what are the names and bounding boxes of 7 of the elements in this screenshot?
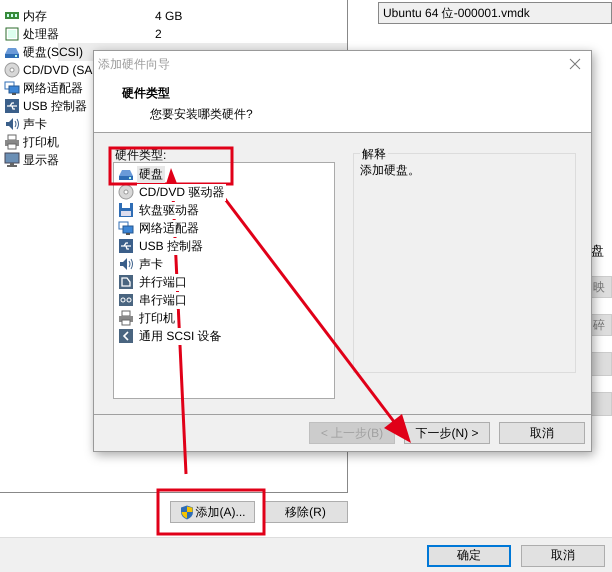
list-label: 硬件类型: — [114, 147, 168, 162]
step-description: 您要安装哪类硬件? — [149, 106, 254, 123]
group-title: 解释 — [360, 146, 388, 163]
step-heading: 硬件类型 — [122, 85, 171, 102]
explanation-text: 添加硬盘。 — [360, 162, 421, 179]
window-title: 添加硬件向导 — [98, 56, 170, 72]
section-label: 盘 — [591, 242, 604, 260]
